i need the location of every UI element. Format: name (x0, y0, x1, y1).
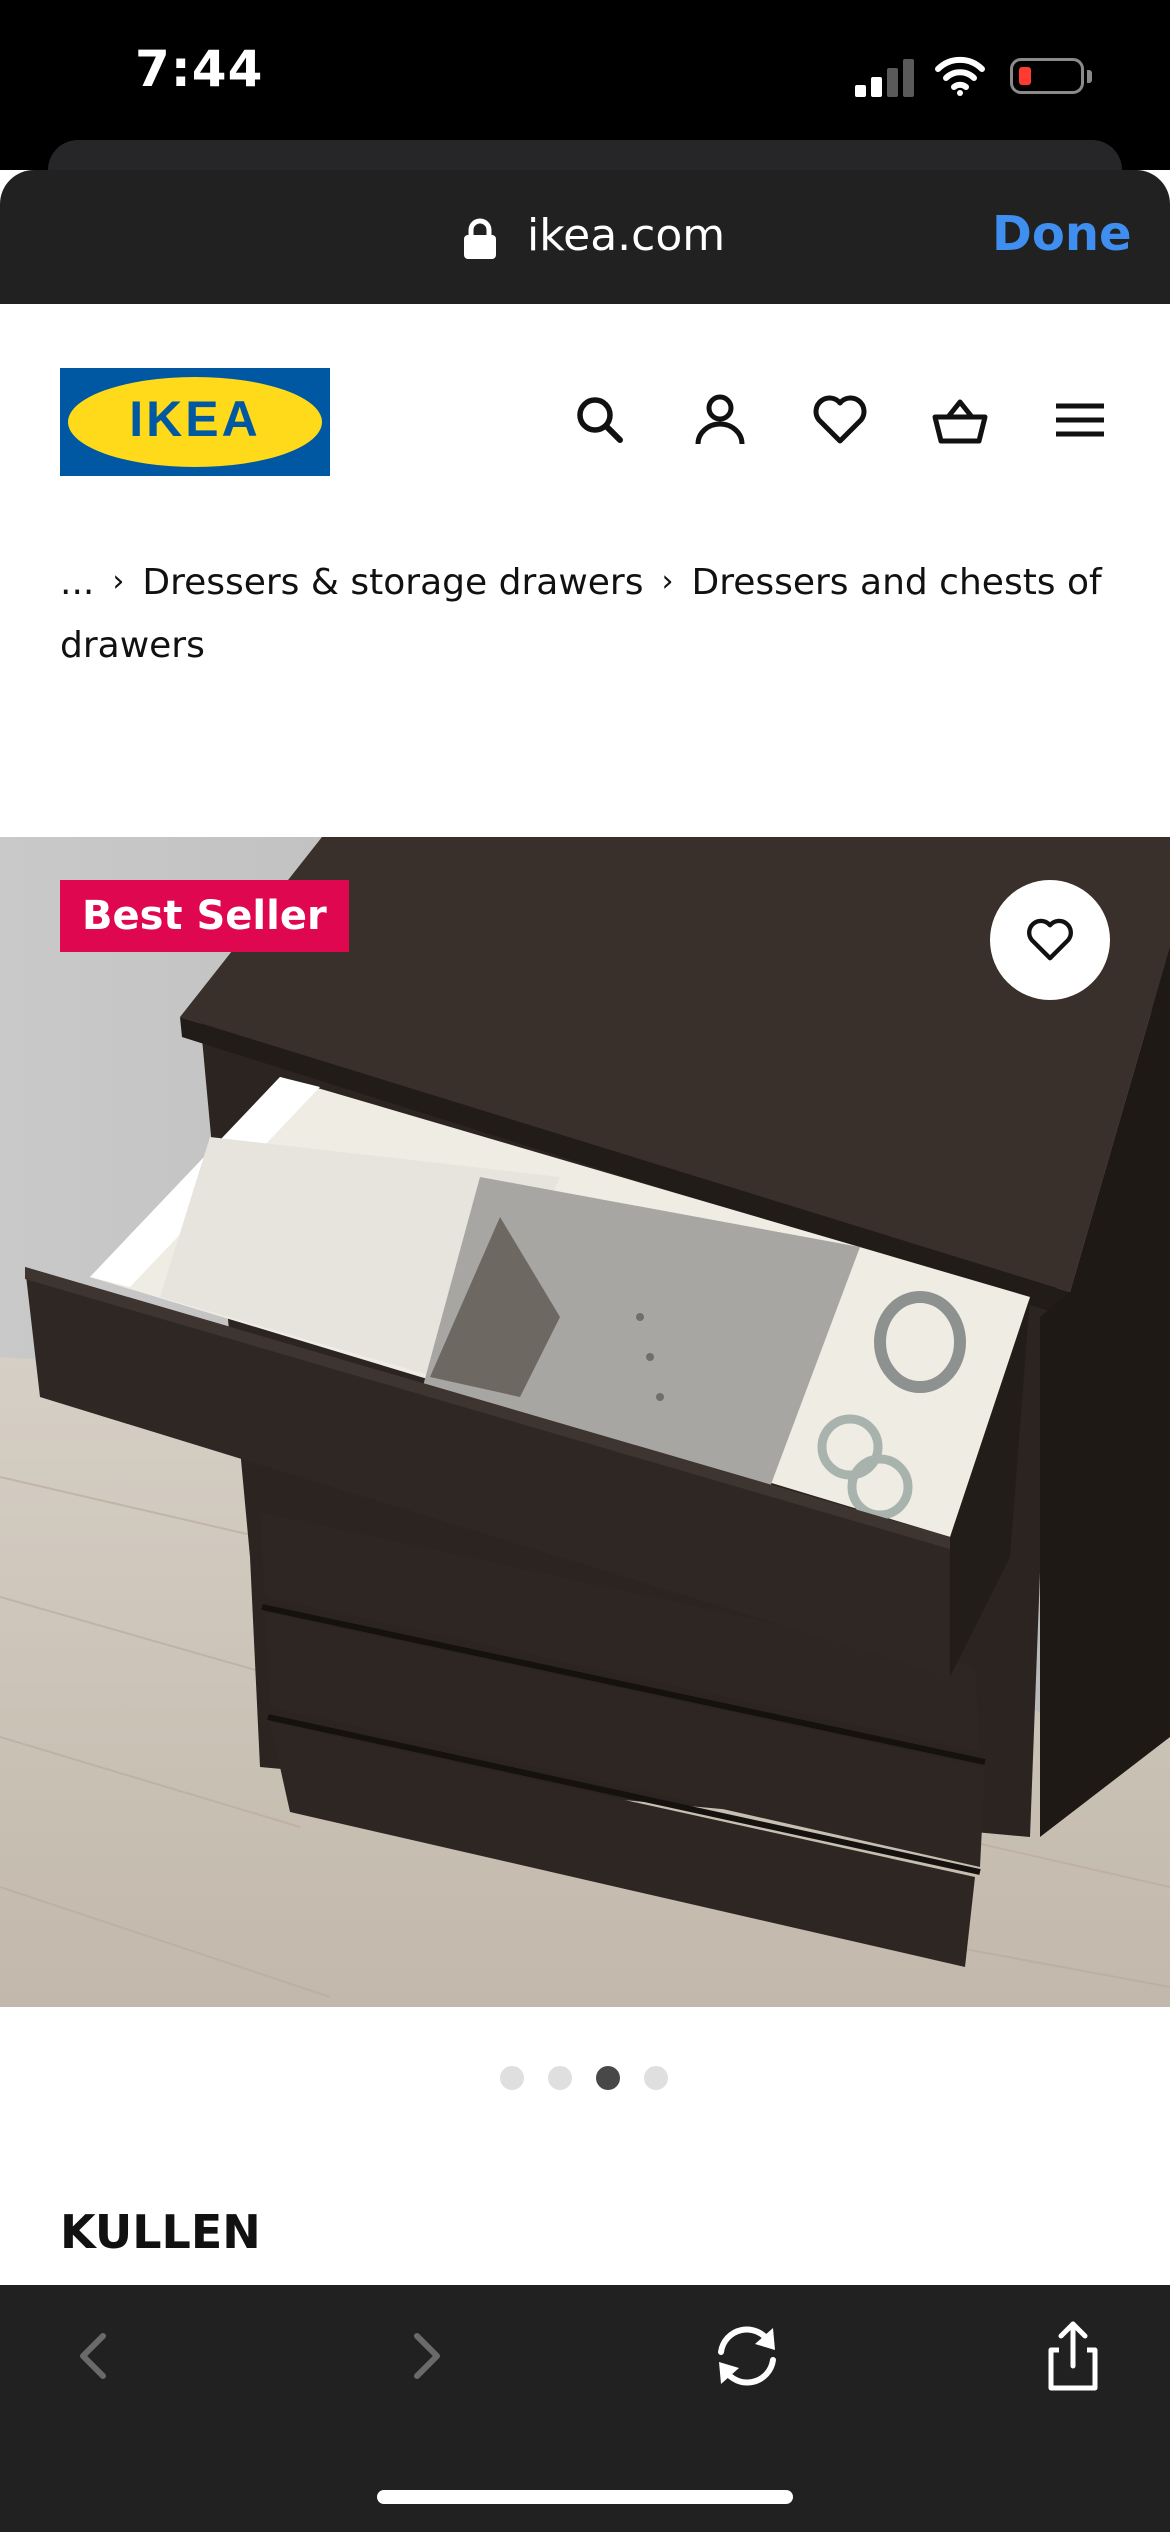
battery-nub (1087, 70, 1092, 83)
menu-icon[interactable] (1050, 390, 1110, 450)
cellular-signal-icon (855, 57, 915, 97)
share-icon[interactable] (1033, 2316, 1113, 2396)
basket-icon[interactable] (930, 390, 990, 450)
ikea-logo[interactable]: IKEA (60, 368, 330, 476)
breadcrumb: ... › Dressers & storage drawers › Dressers … (60, 550, 1120, 677)
heart-icon[interactable] (810, 390, 870, 450)
reload-icon[interactable] (707, 2316, 787, 2396)
wifi-icon (935, 56, 985, 96)
carousel-dot[interactable] (548, 2066, 572, 2090)
logo-text: IKEA (129, 391, 261, 447)
lock-icon (464, 218, 496, 259)
carousel-dot[interactable] (500, 2066, 524, 2090)
forward-icon[interactable] (385, 2316, 465, 2396)
image-carousel-indicator (500, 2066, 670, 2092)
battery-icon (1010, 58, 1084, 94)
done-button[interactable]: Done (992, 206, 1132, 262)
best-seller-badge: Best Seller (60, 880, 349, 952)
carousel-dot-active[interactable] (596, 2066, 620, 2090)
product-image[interactable] (0, 837, 1170, 2007)
add-to-favorites-button[interactable] (990, 880, 1110, 1000)
breadcrumb-item-dressers-storage[interactable]: Dressers & storage drawers (142, 562, 643, 603)
breadcrumb-item-more[interactable]: ... (60, 562, 94, 603)
carousel-dot[interactable] (644, 2066, 668, 2090)
chevron-right-icon: › (112, 564, 125, 599)
account-icon[interactable] (690, 390, 750, 450)
url-display[interactable]: ikea.com (527, 210, 725, 261)
heart-icon (1027, 918, 1073, 961)
chevron-right-icon: › (661, 564, 674, 599)
status-time: 7:44 (135, 40, 264, 98)
battery-level (1019, 67, 1031, 85)
search-icon[interactable] (570, 390, 630, 450)
back-icon[interactable] (55, 2316, 135, 2396)
home-indicator[interactable] (377, 2490, 793, 2504)
product-name: KULLEN (60, 2205, 261, 2259)
